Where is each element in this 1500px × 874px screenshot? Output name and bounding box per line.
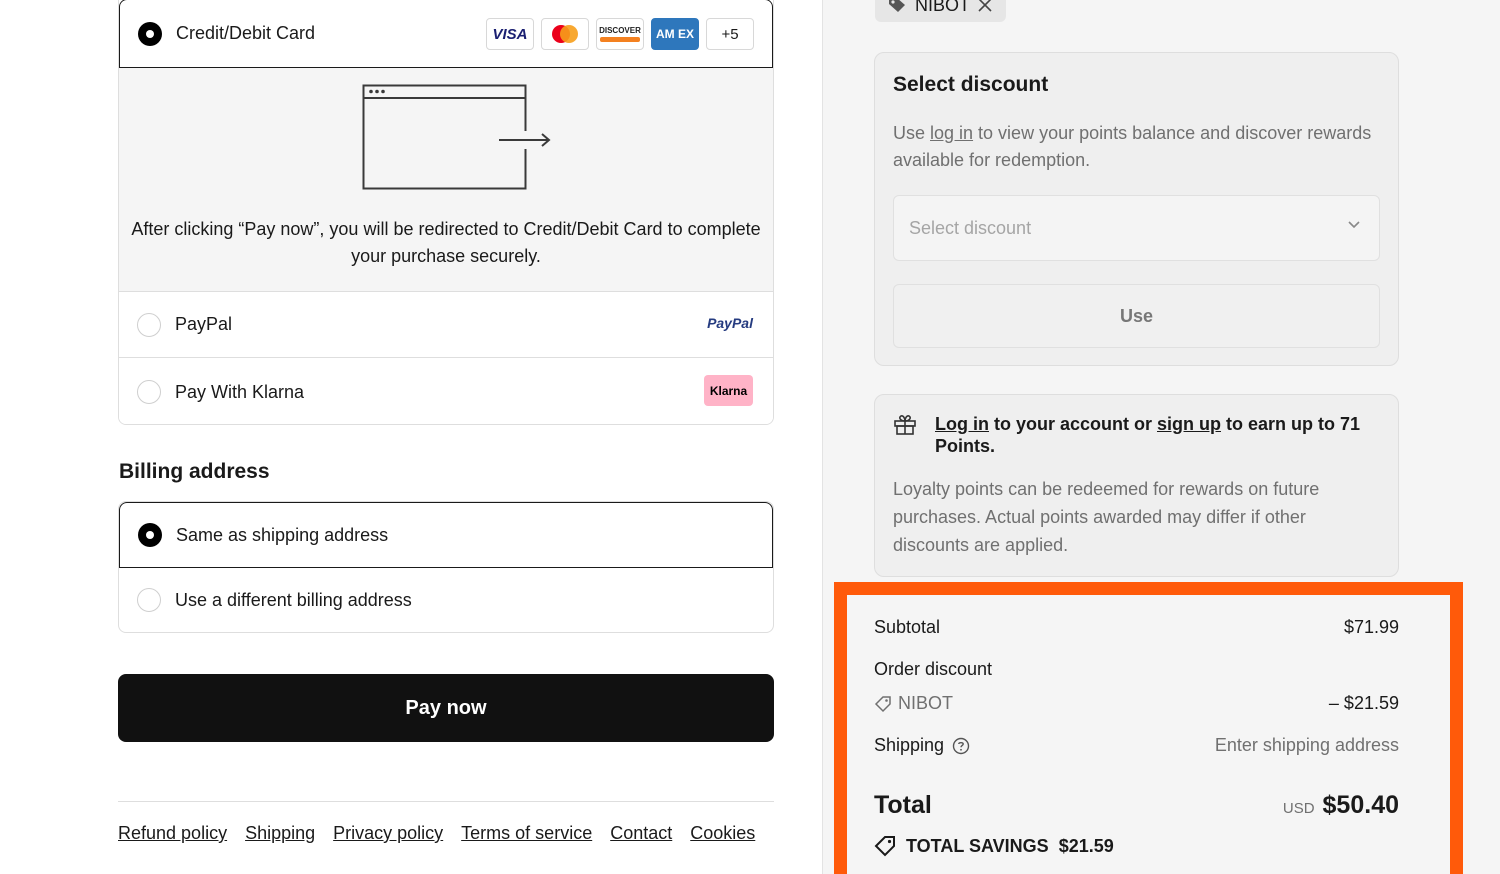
total-value: $50.40 [1322, 791, 1399, 819]
total-savings-label: TOTAL SAVINGS [906, 835, 1049, 856]
discount-code-chip: NIBOT [875, 0, 1007, 22]
contact-link[interactable]: Contact [610, 823, 672, 844]
chevron-down-icon [1348, 221, 1360, 229]
payment-option-card[interactable]: Credit/Debit Card VISA DISCOVER AM EX +5 [119, 0, 773, 68]
discount-code-row: NIBOT – $21.59 [874, 693, 1399, 714]
total-savings-row: TOTAL SAVINGS $21.59 [874, 835, 1399, 857]
footer-divider [118, 801, 774, 802]
select-discount-panel: Select discount Use log in to view your … [874, 52, 1399, 366]
loyalty-login-link[interactable]: Log in [935, 414, 989, 434]
redirect-notice: After clicking “Pay now”, you will be re… [119, 68, 773, 292]
discount-amount: – $21.59 [1328, 693, 1399, 713]
paypal-logo: PayPal [707, 315, 753, 331]
discount-select-placeholder: Select discount [909, 217, 1032, 238]
card-brands: VISA DISCOVER AM EX +5 [486, 18, 754, 50]
loyalty-description: Loyalty points can be redeemed for rewar… [893, 479, 1320, 555]
currency-code: USD [1282, 800, 1315, 817]
loyalty-mid-text: to your account or [988, 414, 1157, 434]
loyalty-panel: Log in to your account or sign up to ear… [874, 394, 1399, 577]
radio-billing-same[interactable] [138, 523, 162, 547]
discover-text: DISCOVER [599, 26, 641, 35]
shipping-value: Enter shipping address [1214, 735, 1399, 755]
redirect-text: After clicking “Pay now”, you will be re… [131, 219, 761, 266]
discount-select[interactable]: Select discount [893, 195, 1380, 261]
help-icon[interactable] [952, 737, 970, 755]
use-discount-button[interactable]: Use [893, 284, 1380, 348]
discover-icon: DISCOVER [596, 18, 644, 50]
amex-icon: AM EX [651, 18, 699, 50]
klarna-option-label: Pay With Klarna [175, 381, 305, 402]
tag-icon [874, 836, 895, 857]
total-row: Total USD $50.40 [874, 791, 1399, 825]
order-discount-row: Order discount [874, 659, 1399, 680]
billing-options: Same as shipping address Use a different… [118, 501, 774, 633]
paypal-option-label: PayPal [175, 314, 233, 334]
subtotal-label: Subtotal [874, 617, 941, 637]
radio-paypal[interactable] [137, 312, 161, 337]
more-brands-badge: +5 [706, 18, 754, 50]
radio-klarna[interactable] [137, 380, 161, 404]
shipping-link[interactable]: Shipping [245, 823, 315, 844]
footer-links: Refund policy Shipping Privacy policy Te… [118, 823, 755, 844]
klarna-logo: Klarna [704, 375, 753, 406]
visa-icon: VISA [486, 18, 534, 50]
radio-billing-different[interactable] [137, 588, 161, 612]
discount-login-link[interactable]: log in [930, 123, 973, 143]
discount-desc-pre: Use [893, 123, 931, 143]
billing-title: Billing address [119, 460, 270, 483]
discount-description: Use log in to view your points balance a… [893, 120, 1383, 174]
loyalty-signup-link[interactable]: sign up [1157, 414, 1221, 434]
loyalty-headline: Log in to your account or sign up to ear… [935, 413, 1375, 457]
radio-card-selected[interactable] [138, 21, 162, 46]
cookies-link[interactable]: Cookies [690, 823, 755, 844]
total-label: Total [874, 791, 932, 819]
shipping-label: Shipping [874, 735, 945, 755]
billing-option-same[interactable]: Same as shipping address [119, 502, 773, 568]
tag-icon [889, 0, 905, 12]
discount-chip-code: NIBOT [915, 0, 971, 15]
mastercard-icon [541, 18, 589, 50]
privacy-policy-link[interactable]: Privacy policy [333, 823, 443, 844]
browser-redirect-icon [362, 84, 551, 190]
card-option-label: Credit/Debit Card [176, 23, 316, 43]
pay-now-button[interactable]: Pay now [118, 674, 774, 742]
order-sidebar: NIBOT Select discount Use log in to view… [822, 0, 1500, 874]
discount-code: NIBOT [898, 693, 954, 713]
terms-of-service-link[interactable]: Terms of service [461, 823, 592, 844]
total-savings-value: $21.59 [1058, 835, 1114, 856]
payment-option-paypal[interactable]: PayPal PayPal [119, 292, 773, 358]
payment-methods: Credit/Debit Card VISA DISCOVER AM EX +5 [118, 0, 774, 425]
tag-icon [874, 695, 891, 712]
gift-icon [894, 415, 916, 435]
subtotal-value: $71.99 [1343, 617, 1399, 637]
billing-option-different[interactable]: Use a different billing address [119, 568, 773, 632]
payment-option-klarna[interactable]: Pay With Klarna Klarna [119, 359, 773, 424]
order-discount-label: Order discount [874, 659, 993, 679]
close-icon[interactable] [978, 0, 992, 12]
billing-different-label: Use a different billing address [175, 589, 412, 610]
refund-policy-link[interactable]: Refund policy [118, 823, 227, 844]
shipping-row: Shipping Enter shipping address [874, 735, 1399, 756]
billing-same-label: Same as shipping address [176, 524, 389, 545]
subtotal-row: Subtotal $71.99 [874, 617, 1399, 638]
discount-title: Select discount [893, 73, 1049, 96]
checkout-main: Credit/Debit Card VISA DISCOVER AM EX +5 [0, 0, 822, 874]
order-summary: Subtotal $71.99 Order discount NIBOT – $… [834, 582, 1463, 874]
